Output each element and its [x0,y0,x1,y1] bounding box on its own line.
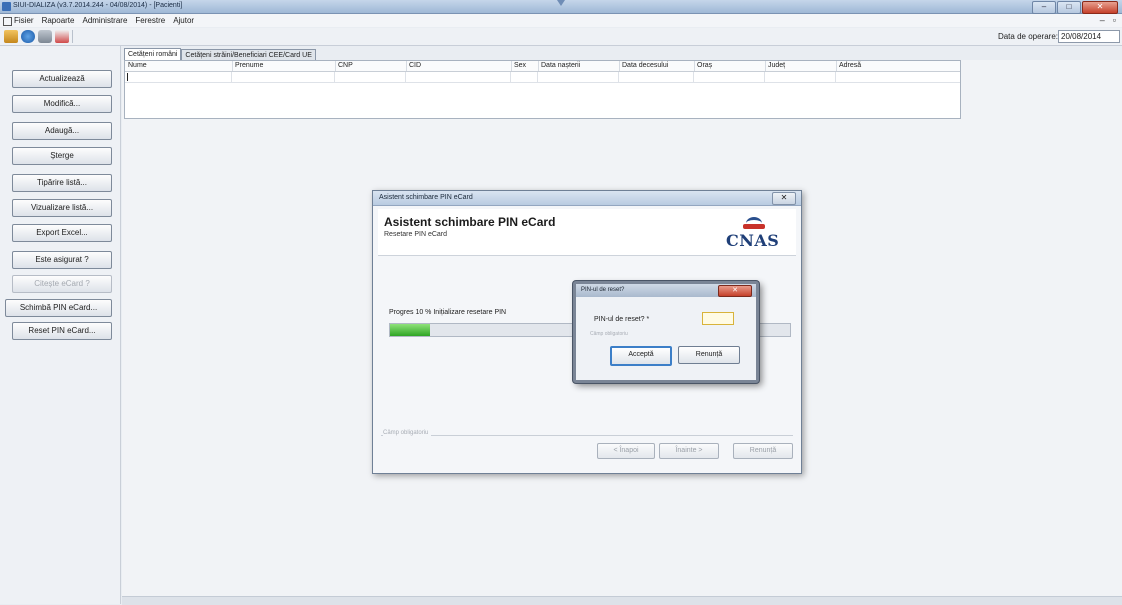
wizard-back-button[interactable]: < Înapoi [597,443,655,459]
maximize-button[interactable]: □ [1057,1,1081,14]
pin-reset-input[interactable] [702,312,734,325]
column-header[interactable]: Nume [125,61,233,71]
minimize-button[interactable]: – [1032,1,1056,14]
network-icon[interactable] [21,30,35,43]
column-header[interactable]: Data decesului [619,61,695,71]
actions-panel: Actualizează Modifică... Adaugă... Șterg… [0,46,121,604]
accept-button[interactable]: Acceptă [610,346,672,366]
window-title: SIUI-DIALIZA (v3.7.2014.244 - 04/08/2014… [13,2,183,9]
tab-foreign-citizens[interactable]: Cetățeni străini/Beneficiari CEE/Card UE [181,49,316,60]
wizard-next-button[interactable]: Înainte > [659,443,719,459]
column-header[interactable]: Adresă [836,61,959,71]
change-pin-ecard-button[interactable]: Schimbă PIN eCard... [5,299,112,317]
pin-reset-label: PIN-ul de reset? * [594,316,650,323]
wizard-close-button[interactable]: ✕ [772,192,796,205]
wizard-titlebar: Asistent schimbare PIN eCard ✕ [373,191,801,206]
column-header[interactable]: Prenume [232,61,336,71]
tab-strip: Cetățeni români Cetățeni străini/Benefic… [124,48,316,60]
mdi-minimize-icon[interactable]: – [1100,15,1105,25]
patients-grid: Nume Prenume CNP CID Sex Data nașterii D… [124,60,961,119]
table-row[interactable] [125,72,960,83]
wizard-subheading: Resetare PIN eCard [384,231,448,238]
wizard-cancel-button[interactable]: Renunță [733,443,793,459]
operation-date-label: Data de operare: [997,32,1058,41]
wizard-footer-divider [381,435,793,436]
column-header[interactable]: Sex [511,61,539,71]
logo-text: CNAS [726,231,780,250]
logo-bar-icon [743,224,765,229]
grid-header: Nume Prenume CNP CID Sex Data nașterii D… [125,61,960,72]
pin-dialog-titlebar: PIN-ul de reset? ✕ [576,284,756,297]
wizard-required-note: Câmp obligatoriu [383,430,432,436]
tab-romanian-citizens[interactable]: Cetățeni români [124,48,182,60]
column-header[interactable]: Data nașterii [538,61,620,71]
window-titlebar: SIUI-DIALIZA (v3.7.2014.244 - 04/08/2014… [0,0,1122,14]
delete-button[interactable]: Șterge [12,147,112,165]
window-controls: – □ ✕ [1032,1,1118,14]
pin-required-note: Câmp obligatoriu [590,331,628,337]
view-list-button[interactable]: Vizualizare listă... [12,199,112,217]
menu-bar: Fisier Rapoarte Administrare Ferestre Aj… [0,14,1122,27]
cancel-button[interactable]: Renunță [678,346,740,364]
reset-pin-ecard-button[interactable]: Reset PIN eCard... [12,322,112,340]
progress-fill [390,324,430,336]
cnas-logo: CNAS [724,215,784,251]
open-folder-icon[interactable] [4,30,18,43]
mdi-document-icon[interactable] [3,17,12,26]
menu-rapoarte[interactable]: Rapoarte [42,16,75,25]
wizard-header: Asistent schimbare PIN eCard Resetare PI… [378,209,796,256]
pin-dialog-close-button[interactable]: ✕ [718,285,752,297]
pin-reset-dialog: PIN-ul de reset? ✕ PIN-ul de reset? * Câ… [573,281,759,383]
print-icon[interactable] [38,30,52,43]
pdf-icon[interactable] [55,30,69,43]
read-ecard-button[interactable]: Citește eCard ? [12,275,112,293]
menu-administrare[interactable]: Administrare [82,16,127,25]
menu-ferestre[interactable]: Ferestre [135,16,165,25]
menu-ajutor[interactable]: Ajutor [173,16,194,25]
mdi-restore-icon[interactable]: ▫ [1113,15,1116,25]
add-button[interactable]: Adaugă... [12,122,112,140]
titlebar-center-marker [557,0,565,12]
progress-label: Progres 10 % Inițializare resetare PIN [389,309,507,316]
close-window-button[interactable]: ✕ [1082,1,1118,14]
text-cursor [127,73,128,81]
app-icon [2,2,11,11]
check-insured-button[interactable]: Este asigurat ? [12,251,112,269]
wizard-heading: Asistent schimbare PIN eCard [384,215,556,229]
column-header[interactable]: CID [406,61,512,71]
wizard-window-title: Asistent schimbare PIN eCard [379,194,473,201]
edit-button[interactable]: Modifică... [12,95,112,113]
column-header[interactable]: Oraș [694,61,766,71]
column-header[interactable]: Județ [765,61,837,71]
pin-dialog-title: PIN-ul de reset? [581,287,625,293]
export-excel-button[interactable]: Export Excel... [12,224,112,242]
toolbar-separator [72,30,73,43]
print-list-button[interactable]: Tipărire listă... [12,174,112,192]
column-header[interactable]: CNP [335,61,407,71]
toolbar: Data de operare: 20/08/2014 [0,28,1122,46]
refresh-button[interactable]: Actualizează [12,70,112,88]
operation-date-field[interactable]: 20/08/2014 [1058,30,1120,43]
menu-fisier[interactable]: Fisier [14,16,34,25]
